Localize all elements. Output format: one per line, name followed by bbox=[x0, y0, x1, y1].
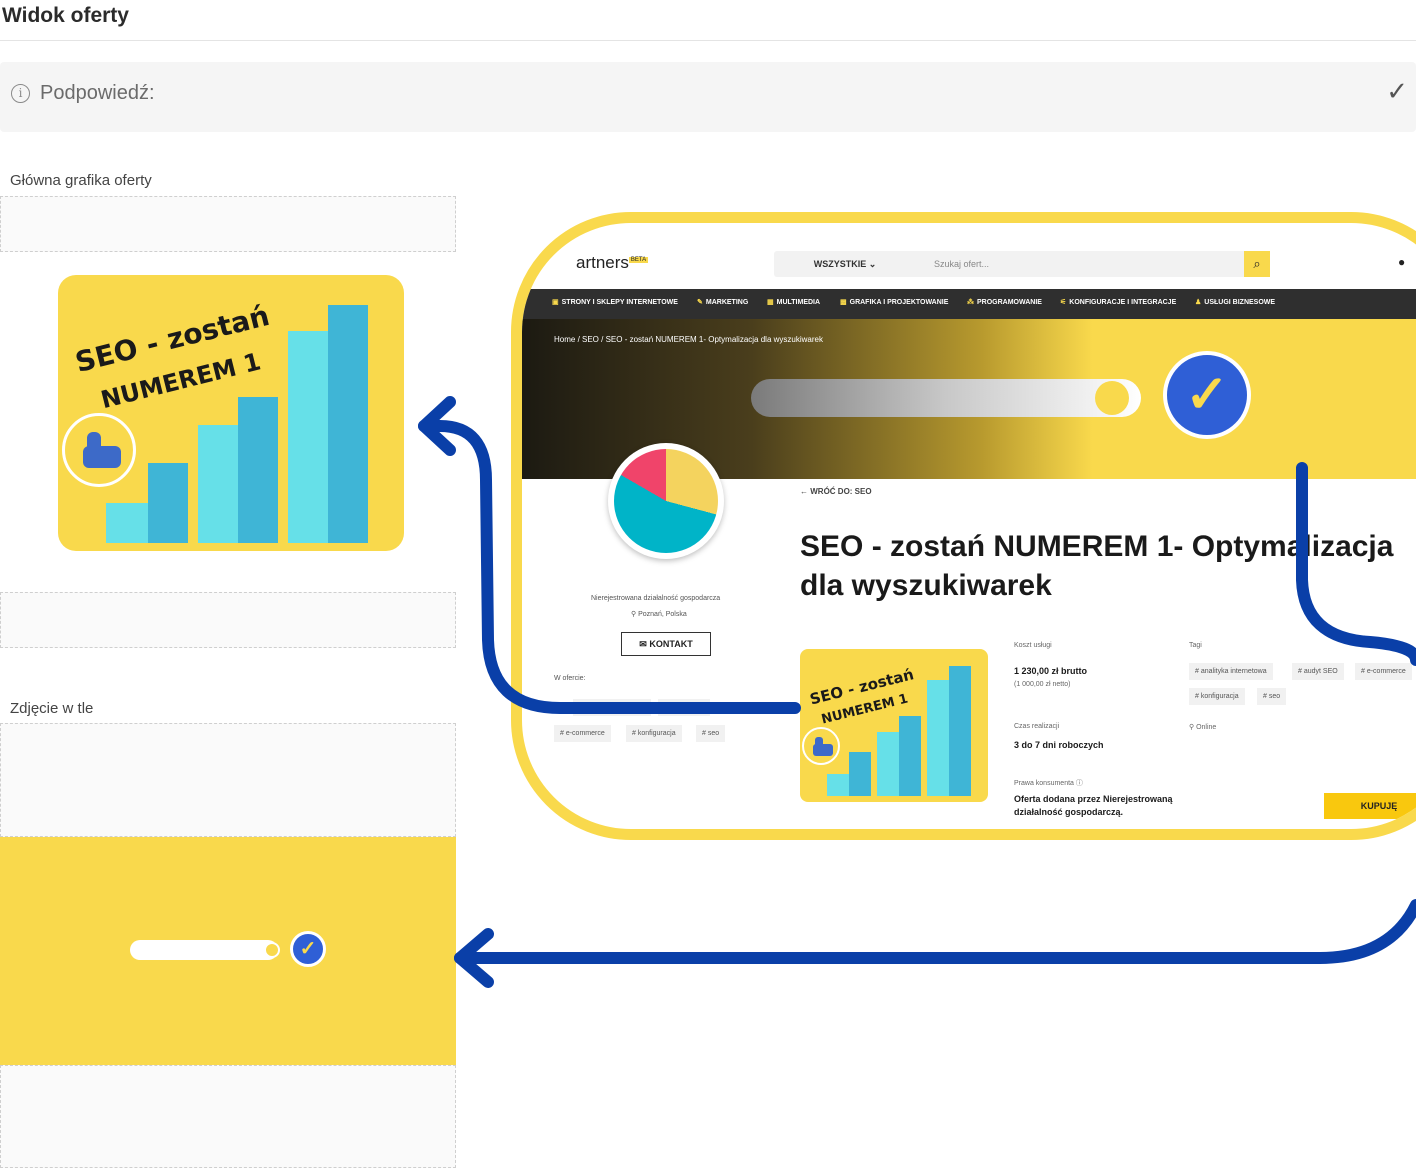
background-photo-dropzone-bottom[interactable] bbox=[0, 1065, 456, 1168]
graphic-bar bbox=[238, 397, 278, 543]
thumbs-up-icon bbox=[802, 727, 840, 765]
consumer-rights-line-1: Oferta dodana przez Nierejestrowaną bbox=[1014, 794, 1173, 804]
graphic-bar bbox=[877, 732, 899, 796]
nav-item[interactable]: ▦ MULTIMEDIA bbox=[767, 298, 820, 306]
location-pin-icon: ⚲ bbox=[631, 611, 637, 618]
title-divider bbox=[0, 40, 1416, 41]
main-graphic-dropzone-top[interactable] bbox=[0, 196, 456, 252]
background-pill bbox=[130, 940, 278, 960]
info-icon: i bbox=[11, 84, 30, 103]
arrow-head-background-photo bbox=[454, 928, 494, 988]
location-pin-icon: ⚲ bbox=[1189, 724, 1195, 731]
background-photo-dropzone-top[interactable] bbox=[0, 723, 456, 837]
consumer-rights-line-2: działalność gospodarczą. bbox=[1014, 807, 1124, 817]
seller-avatar bbox=[608, 443, 724, 559]
user-icon[interactable]: ● bbox=[1398, 255, 1405, 269]
verified-check-icon: ✓ bbox=[1163, 351, 1251, 439]
back-link[interactable]: ← WRÓĆ DO: SEO bbox=[800, 487, 872, 496]
breadcrumb[interactable]: Home / SEO / SEO - zostań NUMEREM 1- Opt… bbox=[554, 335, 823, 344]
in-offer-label: W ofercie: bbox=[554, 675, 586, 682]
graphic-bar bbox=[899, 716, 921, 796]
site-logo[interactable]: artners BETA bbox=[576, 253, 649, 273]
seller-location: ⚲ Poznań, Polska bbox=[631, 611, 687, 618]
graphic-bar bbox=[106, 503, 148, 543]
tag-chip[interactable]: # e-commerce bbox=[1355, 663, 1412, 680]
chevron-down-icon[interactable]: ✓ bbox=[1386, 76, 1408, 107]
cost-value: 1 230,00 zł brutto bbox=[1014, 666, 1088, 676]
tag-chip[interactable]: # audyt SEO bbox=[1292, 663, 1344, 680]
nav-item[interactable]: ♟ USŁUGI BIZNESOWE bbox=[1195, 298, 1275, 306]
buy-button[interactable]: KUPUJĘ bbox=[1324, 793, 1416, 819]
hint-panel[interactable]: i Podpowiedź: ✓ bbox=[0, 62, 1416, 132]
cost-label: Koszt usługi bbox=[1014, 642, 1052, 649]
chevron-down-icon: ⌄ bbox=[868, 259, 877, 269]
tags-label: Tagi bbox=[1189, 642, 1202, 649]
seller-name: Nierejestrowana działalność gospodarcza bbox=[591, 595, 721, 602]
consumer-rights-label: Prawa konsumenta ⓘ bbox=[1014, 780, 1083, 787]
graphic-bar bbox=[148, 463, 188, 543]
hint-label: Podpowiedź: bbox=[40, 82, 155, 104]
tag-chip[interactable]: analityka internetowa bbox=[573, 699, 651, 716]
arrow-to-background-photo bbox=[454, 899, 1416, 964]
nav-item[interactable]: ▣ STRONY I SKLEPY INTERNETOWE bbox=[552, 298, 678, 306]
tag-chip[interactable]: # konfiguracja bbox=[626, 725, 682, 742]
graphic-bar bbox=[927, 680, 949, 796]
nav-item[interactable]: ⚟ KONFIGURACJE I INTEGRACJE bbox=[1060, 298, 1176, 306]
graphic-bar bbox=[288, 331, 328, 543]
nav-item[interactable]: ✎ MARKETING bbox=[697, 298, 748, 306]
tag-chip[interactable]: # seo bbox=[1257, 688, 1287, 705]
tag-chip[interactable]: # seo bbox=[696, 725, 726, 742]
verified-check-icon: ✓ bbox=[290, 931, 326, 967]
search-input[interactable]: Szukaj ofert... bbox=[916, 251, 1244, 277]
time-value: 3 do 7 dni roboczych bbox=[1014, 740, 1104, 750]
page-title: Widok oferty bbox=[2, 4, 129, 27]
nav-item[interactable]: ⁂ PROGRAMOWANIE bbox=[967, 298, 1042, 306]
tag-chip[interactable]: # e-commerce bbox=[554, 725, 611, 742]
offer-preview-frame: artners BETA WSZYSTKIE ⌄ Szukaj ofert... … bbox=[511, 212, 1416, 840]
graphic-bar bbox=[949, 666, 971, 796]
category-nav: ▣ STRONY I SKLEPY INTERNETOWE ✎ MARKETING … bbox=[522, 289, 1416, 319]
offer-title: SEO - zostań NUMEREM 1- Optymalizacja dl… bbox=[800, 530, 1394, 602]
background-pill-dot bbox=[264, 942, 280, 958]
main-graphic-image: SEO - zostań NUMEREM 1 bbox=[58, 275, 404, 551]
background-photo-label: Zdjęcie w tle bbox=[10, 700, 94, 717]
arrow-left-icon: ← bbox=[800, 487, 808, 496]
tag-chip[interactable]: # analityka internetowa bbox=[1189, 663, 1273, 680]
search-category-select[interactable]: WSZYSTKIE ⌄ bbox=[774, 251, 916, 277]
graphic-bar bbox=[849, 752, 871, 796]
contact-button[interactable]: ✉ KONTAKT bbox=[621, 632, 711, 656]
graphic-bar bbox=[198, 425, 238, 543]
cost-net: (1 000,00 zł netto) bbox=[1014, 681, 1071, 688]
envelope-icon: ✉ bbox=[639, 639, 647, 649]
info-icon: ⓘ bbox=[1075, 780, 1083, 787]
main-graphic-label: Główna grafika oferty bbox=[10, 172, 152, 189]
nav-item[interactable]: ▩ GRAFIKA I PROJEKTOWANIE bbox=[840, 298, 948, 306]
time-label: Czas realizacji bbox=[1014, 723, 1060, 730]
thumbs-up-icon bbox=[62, 413, 136, 487]
tag-chip[interactable]: # audyt SEO bbox=[658, 699, 710, 716]
search-icon[interactable]: ⌕ bbox=[1244, 251, 1270, 277]
graphic-bar bbox=[328, 305, 368, 543]
main-graphic-dropzone-bottom[interactable] bbox=[0, 592, 456, 648]
offer-graphic-thumbnail: SEO - zostań NUMEREM 1 bbox=[800, 649, 988, 802]
tag-chip[interactable]: # konfiguracja bbox=[1189, 688, 1245, 705]
location-online: ⚲ Online bbox=[1189, 724, 1217, 731]
hero-pill-dot bbox=[1095, 381, 1129, 415]
hero-pill bbox=[751, 379, 1141, 417]
graphic-bar bbox=[827, 774, 849, 796]
